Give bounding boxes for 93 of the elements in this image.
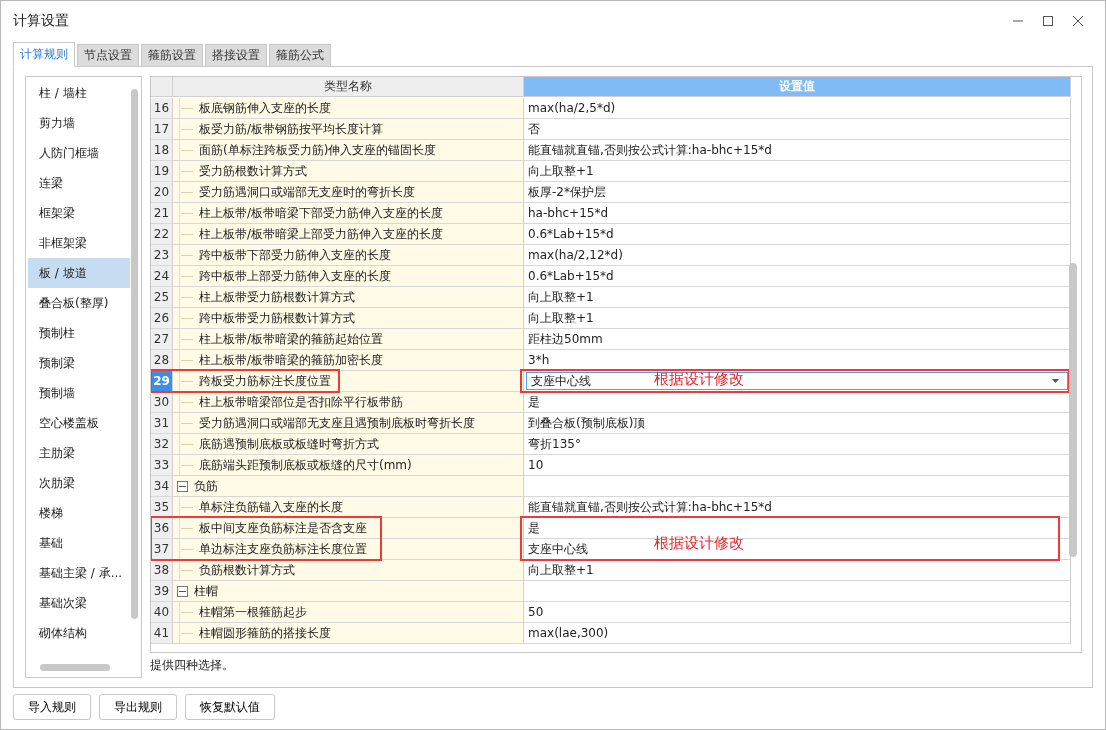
row-number: 16 xyxy=(151,98,173,119)
category-item[interactable]: 板 / 坡道 xyxy=(28,258,130,288)
setting-value: 能直锚就直锚,否则按公式计算:ha-bhc+15*d xyxy=(524,140,1071,161)
action-button[interactable]: 导入规则 xyxy=(13,694,91,720)
group-row-label: 负筋 xyxy=(173,476,524,497)
tab[interactable]: 节点设置 xyxy=(77,44,139,66)
category-item[interactable]: 剪力墙 xyxy=(28,108,130,138)
row-number: 30 xyxy=(151,392,173,413)
setting-name: 跨板受力筋标注长度位置 xyxy=(173,371,524,392)
row-number: 25 xyxy=(151,287,173,308)
tab[interactable]: 搭接设置 xyxy=(205,44,267,66)
column-header: 设置值 xyxy=(524,77,1071,97)
setting-value: 向上取整+1 xyxy=(524,161,1071,182)
category-item[interactable]: 空心楼盖板 xyxy=(28,408,130,438)
setting-name: 单标注负筋锚入支座的长度 xyxy=(173,497,524,518)
row-number: 26 xyxy=(151,308,173,329)
category-item[interactable]: 主肋梁 xyxy=(28,438,130,468)
setting-name: 柱帽第一根箍筋起步 xyxy=(173,602,524,623)
setting-value: max(lae,300) xyxy=(524,623,1071,644)
category-item[interactable]: 预制梁 xyxy=(28,348,130,378)
tab[interactable]: 箍筋公式 xyxy=(269,44,331,66)
setting-value: 50 xyxy=(524,602,1071,623)
setting-name: 跨中板带下部受力筋伸入支座的长度 xyxy=(173,245,524,266)
setting-name: 负筋根数计算方式 xyxy=(173,560,524,581)
row-number: 40 xyxy=(151,602,173,623)
category-item[interactable]: 次肋梁 xyxy=(28,468,130,498)
hint-text: 提供四种选择。 xyxy=(150,657,235,674)
row-number: 27 xyxy=(151,329,173,350)
category-item[interactable]: 预制墙 xyxy=(28,378,130,408)
setting-name: 柱上板带暗梁部位是否扣除平行板带筋 xyxy=(173,392,524,413)
category-item[interactable]: 预制柱 xyxy=(28,318,130,348)
setting-name: 单边标注支座负筋标注长度位置 xyxy=(173,539,524,560)
row-number: 23 xyxy=(151,245,173,266)
setting-value: 0.6*Lab+15*d xyxy=(524,224,1071,245)
category-item[interactable]: 基础 xyxy=(28,528,130,558)
category-item[interactable]: 框架梁 xyxy=(28,198,130,228)
row-number: 35 xyxy=(151,497,173,518)
action-button[interactable]: 导出规则 xyxy=(99,694,177,720)
setting-name: 底筋遇预制底板或板缝时弯折方式 xyxy=(173,434,524,455)
row-number: 41 xyxy=(151,623,173,644)
setting-name: 跨中板带上部受力筋伸入支座的长度 xyxy=(173,266,524,287)
setting-name: 柱上板带/板带暗梁的箍筋起始位置 xyxy=(173,329,524,350)
row-number: 32 xyxy=(151,434,173,455)
tab[interactable]: 计算规则 xyxy=(13,42,75,67)
setting-value: 向上取整+1 xyxy=(524,560,1071,581)
annotation-text: 根据设计修改 xyxy=(654,370,744,389)
row-number: 39 xyxy=(151,581,173,602)
setting-name: 跨中板带受力筋根数计算方式 xyxy=(173,308,524,329)
category-item[interactable]: 非框架梁 xyxy=(28,228,130,258)
category-item[interactable]: 连梁 xyxy=(28,168,130,198)
setting-name: 柱上板带受力筋根数计算方式 xyxy=(173,287,524,308)
row-number: 20 xyxy=(151,182,173,203)
row-number: 34 xyxy=(151,476,173,497)
setting-name: 柱上板带/板带暗梁下部受力筋伸入支座的长度 xyxy=(173,203,524,224)
row-number: 17 xyxy=(151,119,173,140)
row-number: 31 xyxy=(151,413,173,434)
row-number: 19 xyxy=(151,161,173,182)
row-number: 22 xyxy=(151,224,173,245)
row-number: 24 xyxy=(151,266,173,287)
row-number: 28 xyxy=(151,350,173,371)
setting-value: ha-bhc+15*d xyxy=(524,203,1071,224)
category-item[interactable]: 人防门框墙 xyxy=(28,138,130,168)
category-item[interactable]: 基础次梁 xyxy=(28,588,130,618)
setting-name: 柱上板带/板带暗梁的箍筋加密长度 xyxy=(173,350,524,371)
setting-name: 板中间支座负筋标注是否含支座 xyxy=(173,518,524,539)
row-number: 18 xyxy=(151,140,173,161)
row-number: 38 xyxy=(151,560,173,581)
setting-name: 受力筋遇洞口或端部无支座时的弯折长度 xyxy=(173,182,524,203)
setting-name: 底筋端头距预制底板或板缝的尺寸(mm) xyxy=(173,455,524,476)
group-row-label: 柱帽 xyxy=(173,581,524,602)
category-item[interactable]: 叠合板(整厚) xyxy=(28,288,130,318)
setting-value: 板厚-2*保护层 xyxy=(524,182,1071,203)
setting-value: max(ha/2,12*d) xyxy=(524,245,1071,266)
setting-name: 柱上板带/板带暗梁上部受力筋伸入支座的长度 xyxy=(173,224,524,245)
category-item[interactable]: 基础主梁 / 承... xyxy=(28,558,130,588)
category-item[interactable]: 砌体结构 xyxy=(28,618,130,648)
category-item[interactable]: 楼梯 xyxy=(28,498,130,528)
row-number: 21 xyxy=(151,203,173,224)
tab[interactable]: 箍筋设置 xyxy=(141,44,203,66)
category-item[interactable]: 柱 / 墙柱 xyxy=(28,78,130,108)
column-header: 类型名称 xyxy=(173,77,524,97)
setting-name: 受力筋根数计算方式 xyxy=(173,161,524,182)
setting-name: 板受力筋/板带钢筋按平均长度计算 xyxy=(173,119,524,140)
setting-name: 板底钢筋伸入支座的长度 xyxy=(173,98,524,119)
setting-value: max(ha/2,5*d) xyxy=(524,98,1071,119)
row-number: 36 xyxy=(151,518,173,539)
setting-name: 受力筋遇洞口或端部无支座且遇预制底板时弯折长度 xyxy=(173,413,524,434)
window-title: 计算设置 xyxy=(13,12,70,30)
setting-name: 柱帽圆形箍筋的搭接长度 xyxy=(173,623,524,644)
action-button[interactable]: 恢复默认值 xyxy=(185,694,275,720)
setting-name: 面筋(单标注跨板受力筋)伸入支座的锚固长度 xyxy=(173,140,524,161)
setting-value: 否 xyxy=(524,119,1071,140)
row-number: 33 xyxy=(151,455,173,476)
